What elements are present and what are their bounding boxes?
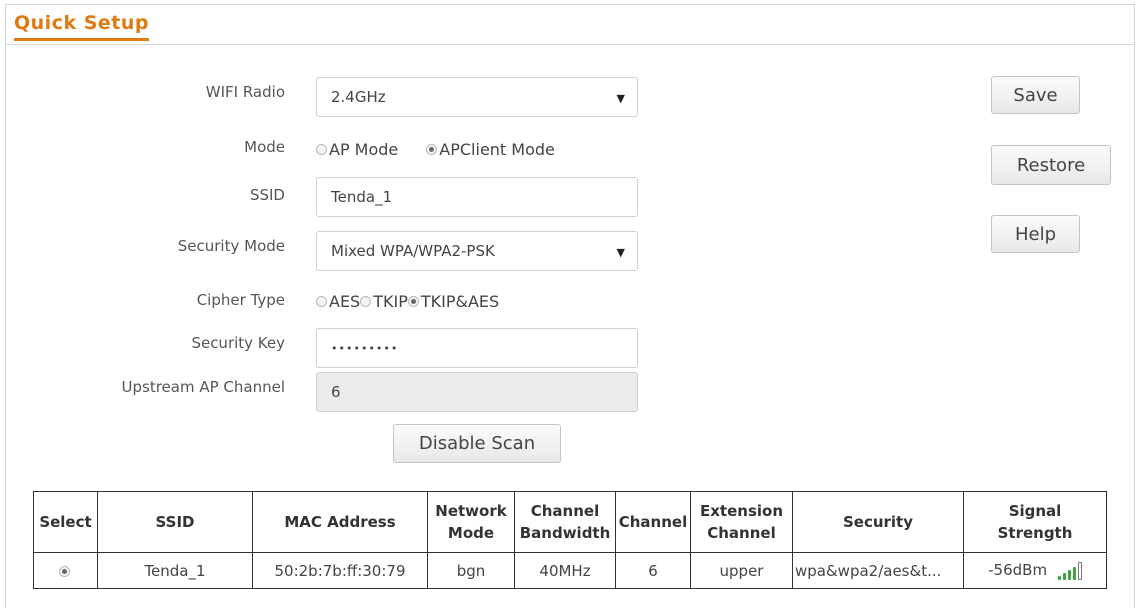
- restore-button[interactable]: Restore: [991, 145, 1111, 185]
- row-signal-value: -56dBm: [988, 561, 1048, 580]
- dropdown-arrow-icon: ▼: [616, 246, 625, 259]
- signal-bar: [1067, 569, 1071, 580]
- row-bandwidth: 40MHz: [514, 552, 616, 589]
- row-channel: 6: [615, 552, 691, 589]
- col-extension-line1: Extension: [700, 502, 783, 520]
- upstream-channel-label: Upstream AP Channel: [121, 378, 286, 396]
- col-network-mode-line1: Network: [435, 502, 507, 520]
- help-button[interactable]: Help: [991, 215, 1080, 253]
- signal-strength-icon: [1057, 561, 1082, 580]
- col-ssid: SSID: [97, 491, 253, 553]
- cipher-type-label: Cipher Type: [196, 291, 285, 309]
- col-channel: Channel: [615, 491, 691, 553]
- apclient-mode-label: APClient Mode: [439, 140, 555, 159]
- aes-radio[interactable]: [316, 296, 327, 307]
- col-security: Security: [792, 491, 964, 553]
- security-key-value: •••••••••: [331, 341, 399, 355]
- table-header-row: Select SSID MAC Address Network Mode Cha…: [33, 491, 1107, 553]
- panel-header: Quick Setup: [6, 5, 1134, 45]
- ssid-input[interactable]: Tenda_1: [316, 177, 638, 217]
- col-mac: MAC Address: [252, 491, 428, 553]
- signal-bar: [1077, 561, 1082, 580]
- save-button[interactable]: Save: [991, 76, 1080, 114]
- col-bandwidth-line1: Channel: [530, 502, 600, 520]
- signal-bar: [1072, 566, 1076, 580]
- row-extension: upper: [690, 552, 793, 589]
- row-ssid: Tenda_1: [97, 552, 253, 589]
- upstream-channel-value: 6: [331, 383, 341, 401]
- tkip-radio[interactable]: [360, 296, 372, 307]
- mode-label: Mode: [244, 138, 285, 156]
- col-signal-line2: Strength: [997, 524, 1073, 542]
- page-title: Quick Setup: [14, 12, 149, 41]
- row-mac: 50:2b:7b:ff:30:79: [252, 552, 428, 589]
- tkip-label: TKIP: [373, 292, 408, 311]
- cipher-type-radio-group: AES TKIP TKIP&AES: [316, 292, 499, 311]
- row-network-mode: bgn: [427, 552, 515, 589]
- ap-mode-radio[interactable]: [316, 144, 327, 155]
- col-select: Select: [33, 491, 98, 553]
- signal-bar: [1062, 572, 1066, 580]
- mode-radio-group: AP Mode APClient Mode: [316, 140, 555, 159]
- col-network-mode: Network Mode: [427, 491, 515, 553]
- wifi-radio-label: WIFI Radio: [205, 83, 285, 101]
- disable-scan-button[interactable]: Disable Scan: [393, 424, 561, 463]
- row-signal-cell: -56dBm: [963, 552, 1107, 589]
- ssid-label: SSID: [249, 186, 285, 204]
- row-select-cell: [33, 552, 98, 589]
- col-extension-line2: Channel: [707, 524, 776, 542]
- upstream-channel-input: 6: [316, 372, 638, 412]
- col-extension: Extension Channel: [690, 491, 793, 553]
- ssid-value: Tenda_1: [331, 188, 393, 206]
- tkip-aes-radio[interactable]: [407, 296, 419, 307]
- dropdown-arrow-icon: ▼: [616, 92, 625, 105]
- security-key-input[interactable]: •••••••••: [316, 328, 638, 368]
- col-bandwidth: Channel Bandwidth: [514, 491, 616, 553]
- row-select-radio[interactable]: [59, 565, 70, 577]
- security-mode-select[interactable]: Mixed WPA/WPA2-PSK ▼: [316, 231, 638, 271]
- ap-mode-label: AP Mode: [329, 140, 399, 159]
- col-signal-line1: Signal: [1008, 502, 1062, 520]
- tkip-aes-label: TKIP&AES: [420, 292, 500, 311]
- col-bandwidth-line2: Bandwidth: [519, 524, 611, 542]
- table-row[interactable]: Tenda_1 50:2b:7b:ff:30:79 bgn 40MHz 6 up…: [33, 552, 1107, 589]
- wifi-radio-value: 2.4GHz: [331, 88, 386, 106]
- security-key-label: Security Key: [191, 334, 285, 352]
- aes-label: AES: [329, 292, 361, 311]
- row-security: wpa&wpa2/aes&t...: [792, 552, 964, 589]
- security-mode-label: Security Mode: [177, 237, 285, 255]
- scan-results-table: Select SSID MAC Address Network Mode Cha…: [33, 491, 1107, 589]
- wifi-radio-select[interactable]: 2.4GHz ▼: [316, 77, 638, 117]
- apclient-mode-radio[interactable]: [426, 144, 438, 155]
- security-mode-value: Mixed WPA/WPA2-PSK: [331, 242, 495, 260]
- signal-bar: [1057, 575, 1061, 580]
- col-network-mode-line2: Mode: [447, 524, 495, 542]
- col-signal: Signal Strength: [963, 491, 1107, 553]
